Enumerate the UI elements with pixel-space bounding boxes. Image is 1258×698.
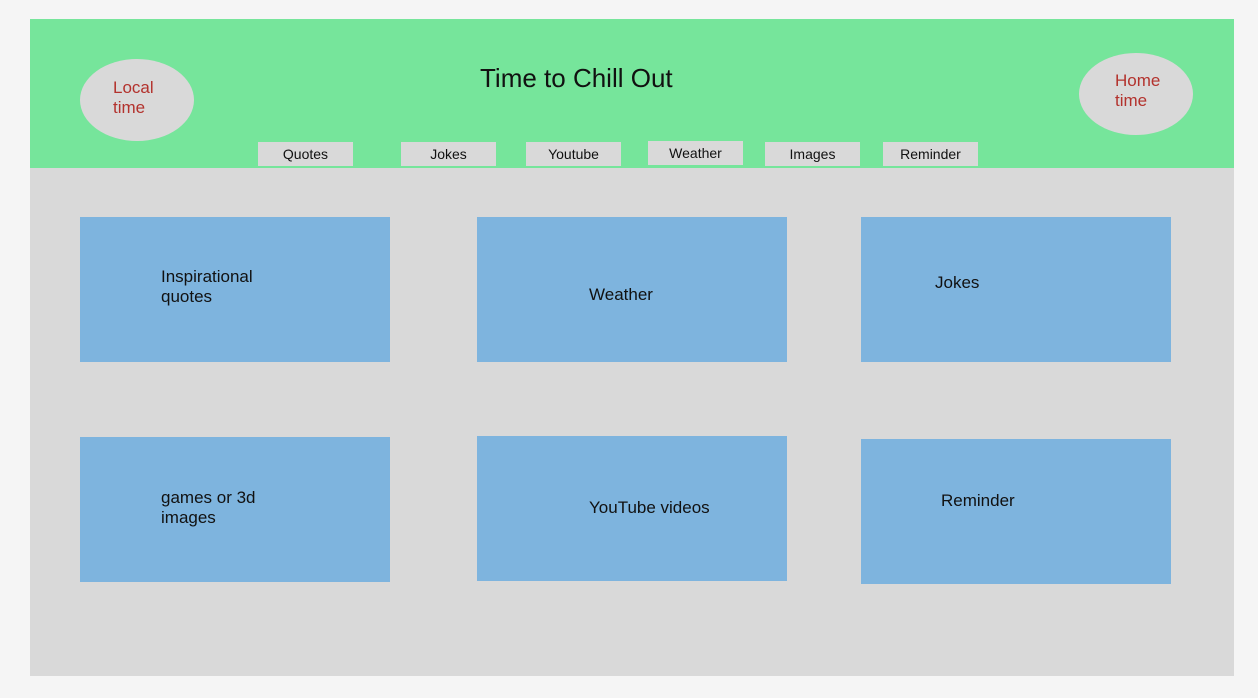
header-bar: Local time Time to Chill Out Home time Q… [30,19,1234,168]
card-label: Reminder [941,491,1015,510]
local-time-label-line1: Local [113,78,154,97]
nav-jokes-button[interactable]: Jokes [401,142,496,166]
nav-youtube-button[interactable]: Youtube [526,142,621,166]
card-reminder[interactable]: Reminder [861,439,1171,584]
home-time-label-line2: time [1115,91,1148,110]
local-time-clock: Local time [80,59,194,141]
home-time-clock: Home time [1079,53,1193,135]
card-youtube-videos[interactable]: YouTube videos [477,436,787,581]
local-time-label-line2: time [113,98,146,117]
page-title: Time to Chill Out [480,63,673,93]
card-label: Inspirational quotes [161,267,253,306]
card-label: Jokes [935,273,980,292]
nav-quotes-button[interactable]: Quotes [258,142,353,166]
card-label: YouTube videos [589,498,710,517]
card-jokes[interactable]: Jokes [861,217,1171,362]
card-label: Weather [589,285,653,304]
nav-reminder-button[interactable]: Reminder [883,142,978,166]
card-label: games or 3d images [161,488,256,527]
app-frame: Local time Time to Chill Out Home time Q… [30,19,1234,676]
card-inspirational-quotes[interactable]: Inspirational quotes [80,217,390,362]
card-weather[interactable]: Weather [477,217,787,362]
home-time-label-line1: Home [1115,71,1161,90]
nav-images-button[interactable]: Images [765,142,860,166]
card-games-3d-images[interactable]: games or 3d images [80,437,390,582]
nav-weather-button[interactable]: Weather [648,141,743,165]
